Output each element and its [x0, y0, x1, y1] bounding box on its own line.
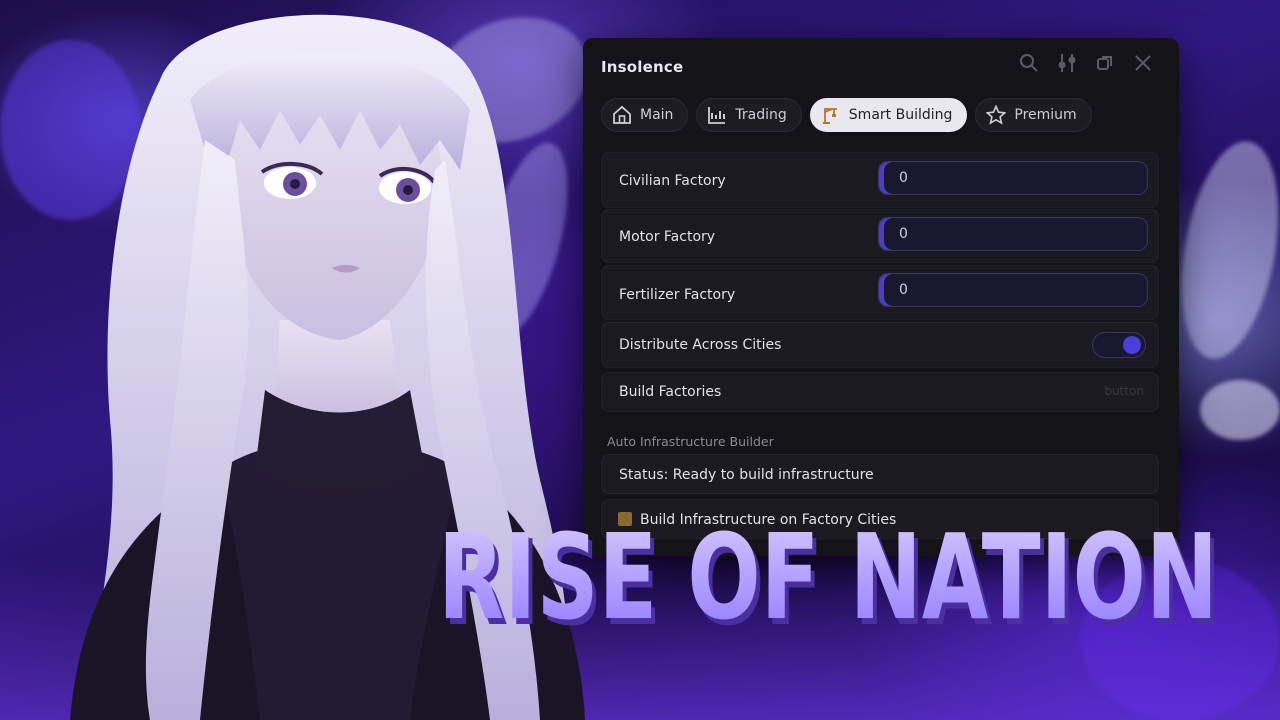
tab-bar: Main Trading Smart Building Premium — [601, 98, 1092, 132]
status-row: Status: Ready to build infrastructure — [601, 454, 1159, 494]
tab-smart-building[interactable]: Smart Building — [809, 98, 968, 132]
tab-smart-building-label: Smart Building — [848, 107, 953, 123]
fertilizer-factory-label: Fertilizer Factory — [619, 287, 736, 303]
tab-trading[interactable]: Trading — [696, 98, 802, 132]
chart-icon — [707, 105, 727, 125]
home-icon — [612, 105, 632, 125]
settings-sliders-icon[interactable] — [1053, 50, 1081, 76]
distribute-across-cities-label: Distribute Across Cities — [619, 337, 782, 353]
tab-main[interactable]: Main — [601, 98, 689, 132]
civilian-factory-input[interactable]: 0 — [878, 161, 1148, 195]
restore-icon[interactable] — [1091, 50, 1119, 76]
distribute-toggle[interactable] — [1092, 332, 1146, 358]
motor-factory-value: 0 — [899, 226, 908, 242]
build-factories-button[interactable]: Build Factories button — [601, 372, 1159, 412]
fertilizer-factory-input[interactable]: 0 — [878, 273, 1148, 307]
tab-trading-label: Trading — [735, 107, 787, 123]
civilian-factory-row: Civilian Factory 0 — [601, 152, 1159, 208]
crane-icon — [821, 105, 841, 125]
star-icon — [986, 105, 1007, 125]
build-factories-label: Build Factories — [619, 384, 722, 400]
status-text: Status: Ready to build infrastructure — [619, 467, 874, 483]
search-icon[interactable] — [1015, 50, 1043, 76]
civilian-factory-label: Civilian Factory — [619, 173, 726, 189]
tab-main-label: Main — [640, 107, 674, 123]
motor-factory-row: Motor Factory 0 — [601, 209, 1159, 263]
motor-factory-input[interactable]: 0 — [878, 217, 1148, 251]
title-bar: Insolence — [583, 38, 1179, 98]
svg-text:RISE OF NATION: RISE OF NATION — [438, 508, 1218, 640]
fertilizer-factory-value: 0 — [899, 282, 908, 298]
close-icon[interactable] — [1129, 50, 1157, 76]
headline-title: RISE OF NATION RISE OF NATION — [438, 508, 1222, 640]
window-title: Insolence — [601, 58, 684, 76]
motor-factory-label: Motor Factory — [619, 229, 716, 245]
distribute-across-cities-row: Distribute Across Cities — [601, 322, 1159, 368]
toggle-knob — [1123, 336, 1141, 354]
insolence-window: Insolence Main Trading Smart Building Pr… — [583, 38, 1179, 556]
civilian-factory-value: 0 — [899, 170, 908, 186]
tab-premium-label: Premium — [1014, 107, 1077, 123]
tab-premium[interactable]: Premium — [975, 98, 1092, 132]
button-hint: button — [1104, 384, 1144, 398]
section-title: Auto Infrastructure Builder — [607, 434, 774, 449]
fertilizer-factory-row: Fertilizer Factory 0 — [601, 265, 1159, 320]
